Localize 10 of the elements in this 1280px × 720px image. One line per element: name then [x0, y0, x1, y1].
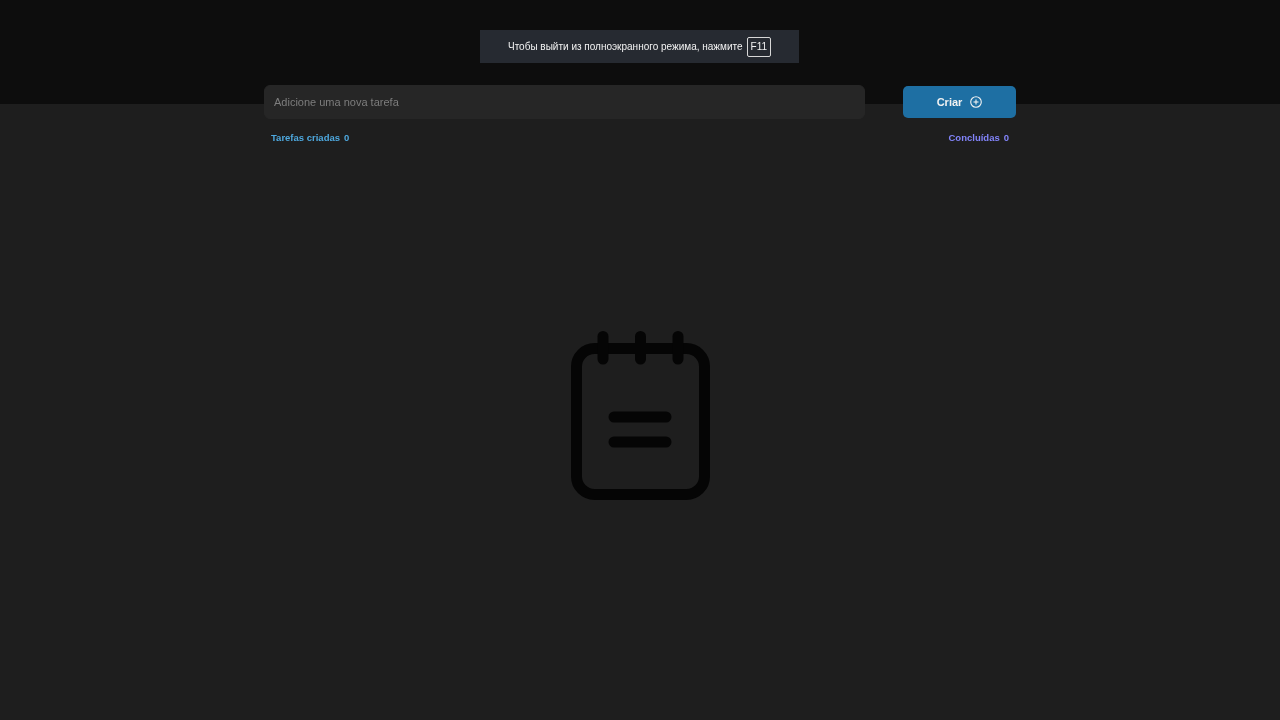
notice-message: Чтобы выйти из полноэкранного режима, нажмите	[507, 40, 743, 54]
created-tasks-counter-label: Tarefas criadas	[271, 131, 340, 145]
counter-value: 0	[1003, 131, 1009, 145]
counter-value: 0	[344, 131, 350, 145]
completed-tasks-counter-label: Concluídas	[948, 131, 1000, 145]
new-task-field[interactable]: Adicione uma nova tarefa	[264, 85, 865, 119]
notepad-icon	[570, 331, 710, 501]
key-label: F11	[746, 36, 772, 57]
plus-circle-icon	[970, 96, 983, 108]
create-button[interactable]: Criar	[903, 86, 1016, 118]
